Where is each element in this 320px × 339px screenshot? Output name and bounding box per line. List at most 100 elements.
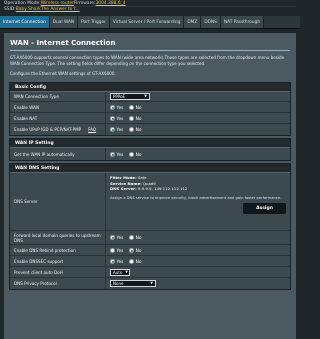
wan-dns-section: WAN DNS Setting DNS Server Filter Mode: … (9, 163, 291, 290)
privacy-select[interactable]: None ▼ (110, 280, 156, 287)
forward-row: Forward local domain queries to upstream… (10, 231, 290, 245)
dnssec-label: Enable DNSSEC support (10, 256, 106, 266)
wan-ip-header: WAN IP Setting (10, 139, 290, 148)
dnssec-no-radio[interactable]: No (129, 258, 142, 264)
firmware-label: Firmware: (73, 1, 96, 6)
radio-selected-icon (110, 258, 115, 264)
status-bar: Operation Mode: Wireless router Firmware… (0, 0, 300, 16)
no-label: No (135, 127, 142, 132)
radio-icon (129, 258, 135, 264)
forward-no-radio[interactable]: No (129, 235, 141, 240)
prevent-doh-label: Prevent client auto DoH (10, 267, 106, 277)
enable-upnp-label: Enable UPnP IGD & PCP/NAT-PMP (14, 127, 82, 132)
yes-label: Yes (116, 151, 124, 157)
main-panel: WAN - Internet Connection GT-AX6000 supp… (4, 33, 296, 339)
rebind-no-radio[interactable]: No (129, 247, 142, 253)
auto-ip-no-radio[interactable]: No (129, 151, 142, 157)
ssid-link-2[interactable]: The Answer to t... (41, 7, 80, 12)
upnp-faq-link[interactable]: FAQ (88, 127, 96, 132)
rebind-yes-radio[interactable]: Yes (110, 247, 124, 253)
filter-mode-value: Safe (137, 175, 147, 180)
chevron-down-icon: ▼ (150, 281, 153, 285)
basic-config-header: Basic Config (10, 83, 290, 92)
wan-type-value: PPPoE (113, 94, 126, 99)
tab-dmz[interactable]: DMZ (184, 16, 202, 28)
wan-type-label: WAN Connection Type (10, 92, 106, 101)
tab-virtual-server[interactable]: Virtual Server / Port Forwarding (109, 16, 185, 28)
enable-upnp-no-radio[interactable]: No (129, 127, 141, 132)
radio-icon (129, 151, 135, 157)
service-name-value: Quad9 (142, 180, 156, 186)
auto-ip-label: Get the WAN IP automatically (10, 148, 106, 160)
enable-nat-yes-radio[interactable]: Yes (110, 115, 124, 121)
enable-nat-label: Enable NAT (10, 113, 106, 123)
chevron-down-icon: ▼ (144, 94, 147, 98)
prevent-doh-row: Prevent client auto DoH Auto ▼ (10, 267, 290, 278)
enable-wan-label: Enable WAN (10, 102, 106, 112)
tab-ddns[interactable]: DDNS (201, 16, 221, 28)
yes-label: Yes (116, 258, 124, 264)
no-label: No (135, 151, 142, 157)
dns-server-row: DNS Server Filter Mode: Safe Service Nam… (10, 173, 290, 231)
enable-upnp-label-cell: Enable UPnP IGD & PCP/NAT-PMP FAQ (10, 124, 106, 135)
auto-ip-yes-radio[interactable]: Yes (110, 151, 124, 157)
status-row-2: SSID: Baby Shark The Answer to t... (4, 7, 296, 12)
privacy-value: None (113, 281, 124, 286)
op-mode-link[interactable]: Wireless router (41, 1, 74, 6)
forward-label: Forward local domain queries to upstream… (10, 231, 106, 244)
privacy-row: DNS Privacy Protocol None ▼ (10, 278, 290, 289)
enable-wan-row: Enable WAN Yes No (10, 102, 290, 113)
dns-description: Assign a DNS service to improve security… (110, 195, 282, 200)
wan-type-row: WAN Connection Type PPPoE ▼ (10, 92, 290, 102)
dnssec-yes-radio[interactable]: Yes (110, 258, 124, 264)
enable-upnp-yes-radio[interactable]: Yes (110, 127, 123, 132)
radio-selected-icon (129, 247, 135, 253)
configure-text: Configure the Ethernet WAN settings of G… (10, 71, 116, 76)
dns-server-line: DNS Server: 9.9.9.9, 149.112.112.112 (110, 186, 286, 192)
rebind-label: Enable DNS Rebind protection (10, 245, 106, 255)
yes-label: Yes (116, 247, 124, 253)
tab-port-trigger[interactable]: Port Trigger (78, 16, 110, 28)
service-name-label: Service Name: (110, 180, 142, 186)
prevent-doh-select[interactable]: Auto ▼ (110, 268, 130, 276)
radio-selected-icon (110, 104, 115, 110)
op-mode-label: Operation Mode: (4, 1, 41, 6)
firmware-link[interactable]: 3004.388.6_4 (95, 1, 125, 6)
yes-label: Yes (116, 104, 124, 110)
no-label: No (135, 247, 142, 253)
yes-label: Yes (116, 127, 124, 132)
enable-wan-yes-radio[interactable]: Yes (110, 104, 124, 110)
yes-label: Yes (116, 235, 124, 240)
radio-selected-icon (110, 151, 115, 157)
tab-nat-passthrough[interactable]: NAT Passthrough (220, 16, 265, 28)
dns-server-label: DNS Server (10, 173, 106, 230)
assign-button[interactable]: Assign (243, 202, 286, 214)
radio-selected-icon (110, 235, 115, 240)
wan-ip-section: WAN IP Setting Get the WAN IP automatica… (9, 138, 291, 161)
page-title: WAN - Internet Connection (10, 39, 116, 47)
radio-icon (129, 235, 135, 240)
tab-bar: Internet Connection Dual WAN Port Trigge… (0, 16, 300, 29)
tab-dual-wan[interactable]: Dual WAN (49, 16, 79, 28)
ssid-link-1[interactable]: Baby Shark (16, 7, 41, 12)
wan-type-select[interactable]: PPPoE ▼ (110, 93, 150, 100)
dns-server-line-value: 9.9.9.9, 149.112.112.112 (137, 186, 188, 192)
tab-internet-connection[interactable]: Internet Connection (0, 16, 50, 28)
enable-wan-no-radio[interactable]: No (129, 104, 142, 110)
forward-yes-radio[interactable]: Yes (110, 235, 123, 240)
dns-info-box: Filter Mode: Safe Service Name: Quad9 DN… (110, 173, 286, 217)
radio-icon (129, 127, 135, 132)
chevron-down-icon: ▼ (125, 269, 128, 274)
enable-upnp-row: Enable UPnP IGD & PCP/NAT-PMP FAQ Yes No (10, 124, 290, 135)
intro-text: GT-AX6000 supports several connection ty… (10, 55, 285, 66)
enable-nat-row: Enable NAT Yes No (10, 113, 290, 124)
dnssec-row: Enable DNSSEC support Yes No (10, 256, 290, 267)
dns-server-line-label: DNS Server: (110, 186, 137, 192)
no-label: No (135, 104, 142, 110)
yes-label: Yes (116, 115, 124, 121)
enable-nat-no-radio[interactable]: No (129, 115, 141, 121)
prevent-doh-value: Auto (113, 269, 123, 275)
radio-icon (129, 115, 135, 121)
radio-selected-icon (110, 127, 115, 132)
no-label: No (135, 258, 142, 264)
